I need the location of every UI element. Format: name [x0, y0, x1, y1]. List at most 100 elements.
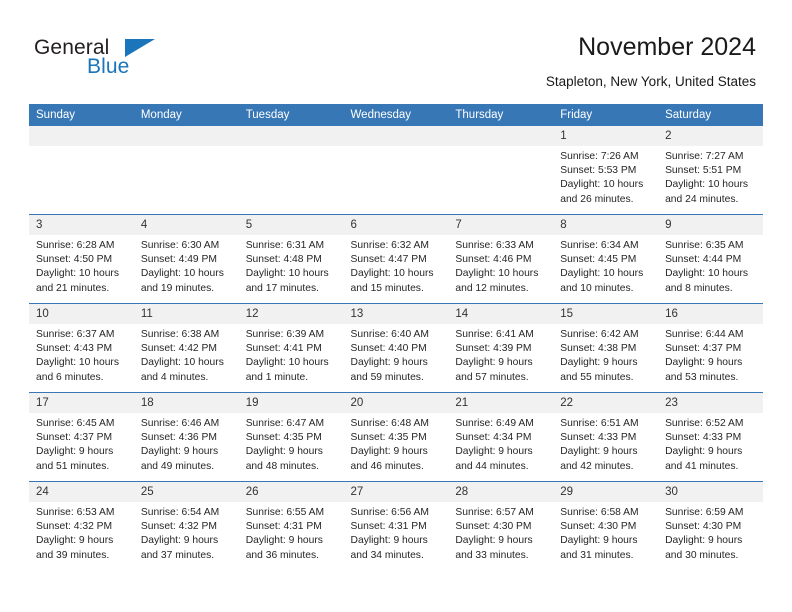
calendar-day-cell[interactable]: 17 Sunrise: 6:45 AM Sunset: 4:37 PM Dayligh… — [29, 392, 134, 482]
calendar-day-cell[interactable]: 14 Sunrise: 6:41 AM Sunset: 4:39 PM Dayligh… — [448, 303, 554, 393]
day-cell-inner: 27 Sunrise: 6:56 AM Sunset: 4:31 PM Dayligh… — [343, 482, 449, 570]
calendar-day-cell[interactable]: 3 Sunrise: 6:28 AM Sunset: 4:50 PM Daylight… — [29, 214, 134, 304]
calendar-day-cell[interactable]: 5 Sunrise: 6:31 AM Sunset: 4:48 PM Daylight… — [238, 214, 344, 304]
calendar-day-cell[interactable]: 25 Sunrise: 6:54 AM Sunset: 4:32 PM Dayligh… — [133, 481, 239, 570]
day-cell-inner: 14 Sunrise: 6:41 AM Sunset: 4:39 PM Dayligh… — [448, 304, 554, 392]
daylight-duration-line1: Daylight: 9 hours — [350, 535, 428, 547]
calendar-day-cell — [448, 126, 554, 215]
day-cell-inner: 16 Sunrise: 6:44 AM Sunset: 4:37 PM Dayligh… — [658, 304, 763, 392]
daylight-duration-line1: Daylight: 10 hours — [245, 357, 329, 369]
calendar-header-row: Sunday Monday Tuesday Wednesday Thursday… — [29, 104, 763, 126]
calendar-day-cell[interactable]: 2 Sunrise: 7:27 AM Sunset: 5:51 PM Daylight… — [658, 126, 763, 215]
weekday-header-friday: Friday — [553, 104, 659, 126]
calendar-day-cell[interactable]: 15 Sunrise: 6:42 AM Sunset: 4:38 PM Dayligh… — [553, 303, 659, 393]
day-details: Sunrise: 6:32 AM Sunset: 4:47 PM Daylight:… — [344, 235, 449, 296]
day-details: Sunrise: 6:42 AM Sunset: 4:38 PM Daylight:… — [553, 324, 658, 385]
daylight-duration-line2: and 57 minutes. — [455, 371, 529, 383]
calendar-day-cell[interactable]: 26 Sunrise: 6:55 AM Sunset: 4:31 PM Dayligh… — [238, 481, 344, 570]
day-cell-inner: 3 Sunrise: 6:28 AM Sunset: 4:50 PM Daylight… — [29, 215, 134, 303]
calendar-day-cell[interactable]: 28 Sunrise: 6:57 AM Sunset: 4:30 PM Dayligh… — [448, 481, 554, 570]
calendar-day-cell[interactable]: 19 Sunrise: 6:47 AM Sunset: 4:35 PM Dayligh… — [238, 392, 344, 482]
day-number — [238, 126, 344, 146]
day-number: 7 — [448, 215, 554, 235]
day-number: 1 — [553, 126, 659, 146]
sunset-time: Sunset: 4:37 PM — [36, 432, 113, 444]
calendar-day-cell[interactable]: 29 Sunrise: 6:58 AM Sunset: 4:30 PM Dayligh… — [553, 481, 659, 570]
calendar-day-cell[interactable]: 27 Sunrise: 6:56 AM Sunset: 4:31 PM Dayligh… — [343, 481, 449, 570]
calendar-day-cell[interactable]: 30 Sunrise: 6:59 AM Sunset: 4:30 PM Dayligh… — [658, 481, 763, 570]
daylight-duration-line2: and 53 minutes. — [665, 371, 739, 383]
calendar-day-cell[interactable]: 23 Sunrise: 6:52 AM Sunset: 4:33 PM Dayligh… — [658, 392, 763, 482]
day-number: 29 — [553, 482, 659, 502]
daylight-duration-line1: Daylight: 9 hours — [140, 535, 219, 547]
day-details: Sunrise: 6:57 AM Sunset: 4:30 PM Daylight:… — [448, 502, 553, 563]
daylight-duration-line1: Daylight: 9 hours — [36, 535, 114, 547]
sunrise-time: Sunrise: 6:35 AM — [665, 240, 744, 251]
sunrise-time: Sunrise: 6:58 AM — [560, 507, 639, 518]
day-number: 27 — [343, 482, 449, 502]
daylight-duration-line2: and 34 minutes. — [350, 549, 424, 561]
calendar-day-cell[interactable]: 11 Sunrise: 6:38 AM Sunset: 4:42 PM Dayligh… — [133, 303, 239, 393]
calendar-day-cell[interactable]: 24 Sunrise: 6:53 AM Sunset: 4:32 PM Dayligh… — [29, 481, 134, 570]
day-details: Sunrise: 6:31 AM Sunset: 4:48 PM Daylight:… — [239, 235, 344, 296]
day-cell-inner: 25 Sunrise: 6:54 AM Sunset: 4:32 PM Dayligh… — [133, 482, 239, 570]
day-details: Sunrise: 6:38 AM Sunset: 4:42 PM Daylight:… — [134, 324, 239, 385]
calendar-week-row: 3 Sunrise: 6:28 AM Sunset: 4:50 PM Daylight… — [29, 214, 763, 304]
daylight-duration-line1: Daylight: 10 hours — [350, 268, 434, 280]
day-cell-inner: 29 Sunrise: 6:58 AM Sunset: 4:30 PM Dayligh… — [553, 482, 659, 570]
day-details: Sunrise: 6:59 AM Sunset: 4:30 PM Daylight:… — [658, 502, 763, 563]
calendar-day-cell[interactable]: 4 Sunrise: 6:30 AM Sunset: 4:49 PM Daylight… — [133, 214, 239, 304]
daylight-duration-line1: Daylight: 10 hours — [560, 179, 644, 191]
day-details: Sunrise: 6:44 AM Sunset: 4:37 PM Daylight:… — [658, 324, 763, 385]
daylight-duration-line1: Daylight: 9 hours — [455, 535, 533, 547]
calendar-day-cell[interactable]: 22 Sunrise: 6:51 AM Sunset: 4:33 PM Dayligh… — [553, 392, 659, 482]
day-number: 21 — [448, 393, 554, 413]
day-cell-inner: 20 Sunrise: 6:48 AM Sunset: 4:35 PM Dayligh… — [343, 393, 449, 481]
day-cell-inner: 2 Sunrise: 7:27 AM Sunset: 5:51 PM Daylight… — [658, 126, 763, 214]
calendar-week-row: 10 Sunrise: 6:37 AM Sunset: 4:43 PM Dayligh… — [29, 303, 763, 393]
day-cell-inner — [448, 126, 554, 214]
sunset-time: Sunset: 4:39 PM — [455, 343, 532, 355]
calendar-day-cell[interactable]: 9 Sunrise: 6:35 AM Sunset: 4:44 PM Daylight… — [658, 214, 763, 304]
generalblue-logo[interactable]: General Blue — [34, 36, 214, 82]
sunrise-time: Sunrise: 6:55 AM — [245, 507, 325, 518]
daylight-duration-line1: Daylight: 9 hours — [36, 446, 114, 458]
daylight-duration-line2: and 19 minutes. — [140, 282, 215, 294]
sunset-time: Sunset: 5:51 PM — [665, 165, 742, 177]
daylight-duration-line1: Daylight: 9 hours — [560, 535, 638, 547]
sunrise-time: Sunrise: 6:41 AM — [455, 329, 534, 340]
calendar-day-cell[interactable]: 12 Sunrise: 6:39 AM Sunset: 4:41 PM Dayligh… — [238, 303, 344, 393]
daylight-duration-line1: Daylight: 9 hours — [455, 446, 533, 458]
day-details: Sunrise: 6:41 AM Sunset: 4:39 PM Daylight:… — [448, 324, 553, 385]
weekday-header-tuesday: Tuesday — [238, 104, 344, 126]
calendar-day-cell[interactable]: 1 Sunrise: 7:26 AM Sunset: 5:53 PM Daylight… — [553, 126, 659, 215]
calendar-day-cell[interactable]: 20 Sunrise: 6:48 AM Sunset: 4:35 PM Dayligh… — [343, 392, 449, 482]
calendar-day-cell[interactable]: 13 Sunrise: 6:40 AM Sunset: 4:40 PM Dayligh… — [343, 303, 449, 393]
sunset-time: Sunset: 4:36 PM — [140, 432, 217, 444]
sunset-time: Sunset: 4:31 PM — [350, 521, 427, 533]
calendar-day-cell[interactable]: 18 Sunrise: 6:46 AM Sunset: 4:36 PM Dayligh… — [133, 392, 239, 482]
calendar-day-cell[interactable]: 10 Sunrise: 6:37 AM Sunset: 4:43 PM Dayligh… — [29, 303, 134, 393]
calendar-day-cell[interactable]: 6 Sunrise: 6:32 AM Sunset: 4:47 PM Daylight… — [343, 214, 449, 304]
day-details: Sunrise: 6:49 AM Sunset: 4:34 PM Daylight:… — [448, 413, 553, 474]
day-number — [343, 126, 449, 146]
weekday-header-monday: Monday — [133, 104, 239, 126]
sunrise-time: Sunrise: 6:39 AM — [245, 329, 325, 340]
sunset-time: Sunset: 4:49 PM — [140, 254, 217, 266]
day-number: 2 — [658, 126, 763, 146]
day-details: Sunrise: 7:27 AM Sunset: 5:51 PM Daylight:… — [658, 146, 763, 207]
calendar-day-cell[interactable]: 16 Sunrise: 6:44 AM Sunset: 4:37 PM Dayligh… — [658, 303, 763, 393]
calendar-day-cell[interactable]: 8 Sunrise: 6:34 AM Sunset: 4:45 PM Daylight… — [553, 214, 659, 304]
day-details: Sunrise: 6:46 AM Sunset: 4:36 PM Daylight:… — [134, 413, 239, 474]
day-cell-inner: 30 Sunrise: 6:59 AM Sunset: 4:30 PM Dayligh… — [658, 482, 763, 570]
daylight-duration-line1: Daylight: 10 hours — [665, 268, 749, 280]
day-details: Sunrise: 6:48 AM Sunset: 4:35 PM Daylight:… — [344, 413, 449, 474]
sunrise-time: Sunrise: 6:44 AM — [665, 329, 744, 340]
sunset-time: Sunset: 4:30 PM — [665, 521, 742, 533]
sunrise-time: Sunrise: 6:52 AM — [665, 418, 744, 429]
calendar-day-cell[interactable]: 21 Sunrise: 6:49 AM Sunset: 4:34 PM Dayligh… — [448, 392, 554, 482]
daylight-duration-line1: Daylight: 10 hours — [140, 268, 224, 280]
sunset-time: Sunset: 4:34 PM — [455, 432, 532, 444]
day-cell-inner: 18 Sunrise: 6:46 AM Sunset: 4:36 PM Dayligh… — [133, 393, 239, 481]
calendar-day-cell[interactable]: 7 Sunrise: 6:33 AM Sunset: 4:46 PM Daylight… — [448, 214, 554, 304]
